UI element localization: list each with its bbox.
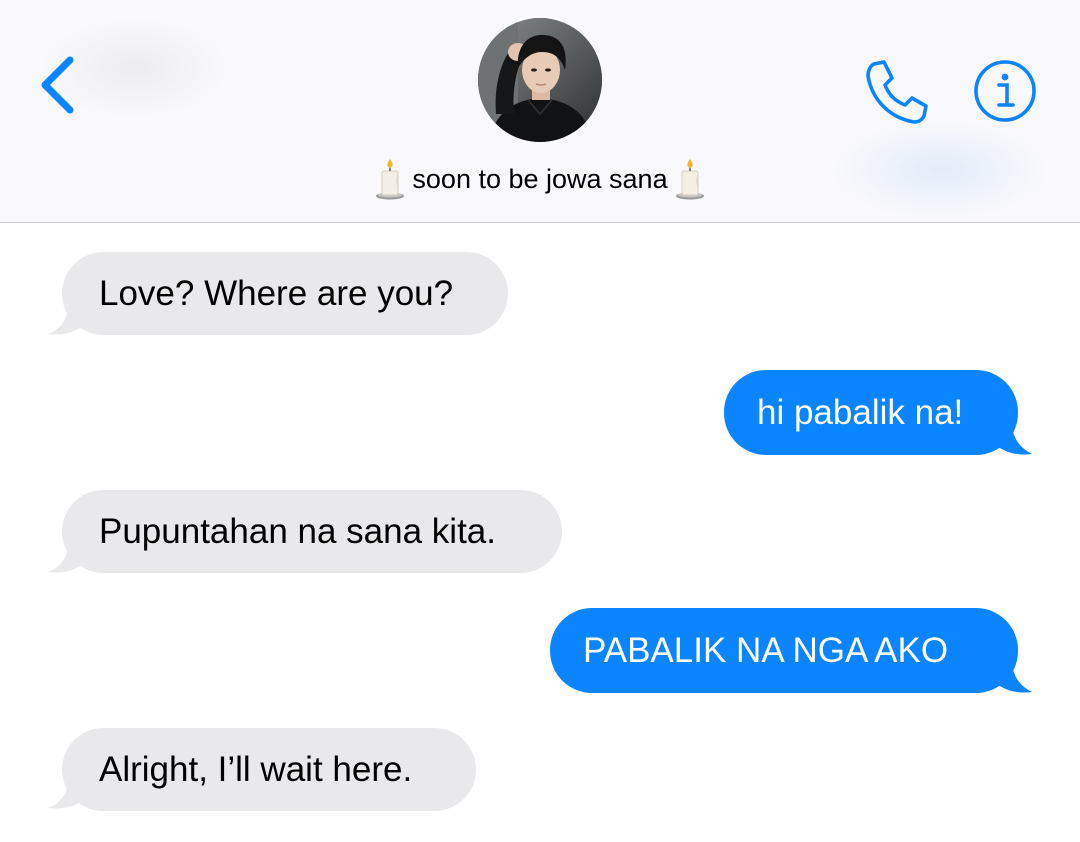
contact-avatar[interactable] [478,18,602,142]
outgoing-message[interactable]: PABALIK NA NGA AKO [550,608,1018,693]
contact-name: soon to be jowa sana [412,163,668,194]
message-text: Alright, I’ll wait here. [99,749,413,789]
outgoing-message[interactable]: hi pabalik na! [724,370,1018,455]
conversation-header: soon to be jowa sana [0,0,1080,223]
candle-icon [675,159,704,200]
call-button[interactable] [860,56,932,128]
incoming-message[interactable]: Love? Where are you? [62,252,508,335]
chevron-left-icon [41,56,74,114]
phone-icon [866,60,928,124]
info-button[interactable] [970,56,1040,126]
candle-icon [376,159,405,200]
incoming-message[interactable]: Pupuntahan na sana kita. [62,490,562,573]
contact-name-row[interactable]: soon to be jowa sana [300,156,780,202]
incoming-message[interactable]: Alright, I’ll wait here. [62,728,476,811]
message-text: Love? Where are you? [99,273,454,313]
messages-screen: soon to be jowa sana Love? Where are you… [0,0,1080,842]
avatar-image [478,18,602,142]
blurred-region [830,120,1050,220]
message-text: hi pabalik na! [757,392,964,432]
info-icon [974,60,1036,122]
back-button[interactable] [34,52,90,118]
message-text: PABALIK NA NGA AKO [583,630,949,670]
message-text: Pupuntahan na sana kita. [99,511,496,551]
